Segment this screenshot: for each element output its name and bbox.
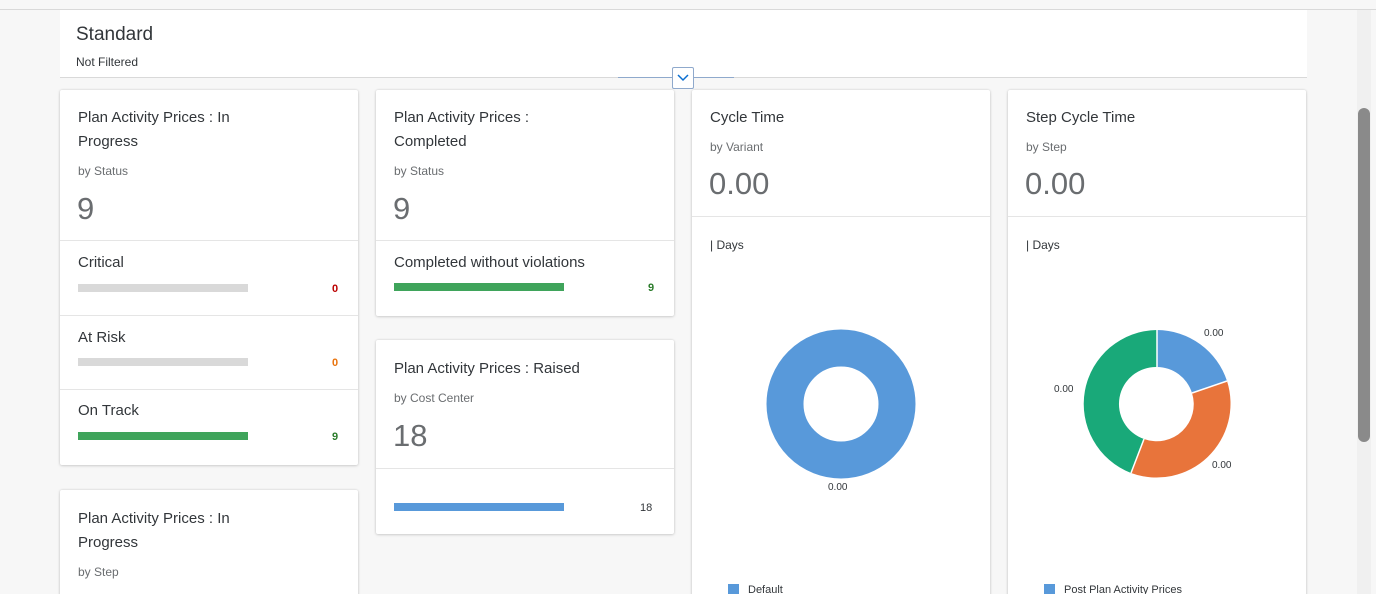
kpi-value: 9 [77, 191, 95, 226]
divider [60, 240, 358, 241]
row-label-at-risk: At Risk [78, 329, 126, 346]
card-subtitle: by Step [1026, 140, 1067, 154]
legend-label[interactable]: Default [748, 584, 783, 594]
card-cycle-time[interactable]: Cycle Time by Variant 0.00 | Days 0.00 D… [692, 90, 990, 594]
card-in-progress-status[interactable]: Plan Activity Prices : In Progress by St… [60, 90, 358, 465]
card-title: Step Cycle Time [1026, 109, 1136, 126]
donut-label-blue: 0.00 [1204, 328, 1224, 339]
collapse-header-button[interactable] [672, 67, 694, 89]
bar-fill-on-track [78, 432, 248, 440]
bar-fill-completed [394, 283, 564, 291]
unit-label: | Days [710, 238, 744, 252]
donut-label: 0.00 [828, 482, 848, 493]
divider [1008, 216, 1306, 217]
donut-segment-default[interactable] [766, 329, 916, 479]
card-subtitle: by Step [78, 565, 119, 579]
card-subtitle: by Variant [710, 140, 764, 154]
kpi-value: 9 [393, 191, 411, 226]
kpi-value: 0.00 [1025, 166, 1086, 201]
filter-status: Not Filtered [76, 55, 139, 69]
divider [692, 216, 990, 217]
card-title-line1: Plan Activity Prices : [394, 109, 530, 126]
divider [376, 468, 674, 469]
card-subtitle: by Status [78, 164, 129, 178]
bar-at-risk [78, 358, 248, 366]
collapse-line-right [694, 77, 734, 78]
card-step-cycle-time[interactable]: Step Cycle Time by Step 0.00 | Days 0.00… [1008, 90, 1306, 594]
chevron-down-icon [677, 74, 689, 82]
bar-fill-raised [394, 503, 564, 511]
bar-raised [394, 503, 564, 511]
unit-label: | Days [1026, 238, 1060, 252]
donut-label-orange: 0.00 [1212, 460, 1232, 471]
card-title-line1: Plan Activity Prices : In [78, 109, 230, 126]
row-value-on-track: 9 [332, 431, 339, 443]
row-label-on-track: On Track [78, 402, 139, 419]
kpi-value: 18 [393, 418, 428, 453]
card-in-progress-step[interactable]: Plan Activity Prices : In Progress by St… [60, 490, 358, 594]
divider [60, 389, 358, 390]
kpi-value: 0.00 [709, 166, 770, 201]
card-subtitle: by Cost Center [394, 391, 475, 405]
row-value-completed: 9 [648, 282, 655, 294]
donut-chart-step-cycle-time[interactable] [1081, 328, 1233, 480]
row-value-raised: 18 [640, 502, 653, 514]
legend-swatch [728, 584, 739, 594]
bar-completed [394, 283, 564, 291]
bar-critical [78, 284, 248, 292]
variant-title[interactable]: Standard [76, 24, 153, 46]
divider [376, 240, 674, 241]
card-raised[interactable]: Plan Activity Prices : Raised by Cost Ce… [376, 340, 674, 534]
row-value-at-risk: 0 [332, 357, 339, 369]
legend-swatch [1044, 584, 1055, 594]
row-label-completed-without-violations: Completed without violations [394, 254, 585, 271]
collapse-line-left [618, 77, 672, 78]
card-title-line2: Progress [78, 534, 139, 551]
card-subtitle: by Status [394, 164, 445, 178]
legend-label[interactable]: Post Plan Activity Prices [1064, 584, 1182, 594]
donut-segment-blue[interactable] [1157, 330, 1227, 393]
scrollbar-thumb[interactable] [1358, 108, 1370, 442]
card-title-line2: Progress [78, 133, 139, 150]
donut-label-green: 0.00 [1054, 384, 1074, 395]
card-title-line2: Completed [394, 133, 467, 150]
donut-chart-cycle-time[interactable] [765, 328, 917, 480]
divider [60, 315, 358, 316]
row-value-critical: 0 [332, 283, 339, 295]
card-completed[interactable]: Plan Activity Prices : Completed by Stat… [376, 90, 674, 316]
card-title: Plan Activity Prices : Raised [394, 360, 580, 377]
card-title-line1: Plan Activity Prices : In [78, 510, 230, 527]
bar-on-track [78, 432, 248, 440]
row-label-critical: Critical [78, 254, 124, 271]
card-title: Cycle Time [710, 109, 785, 126]
